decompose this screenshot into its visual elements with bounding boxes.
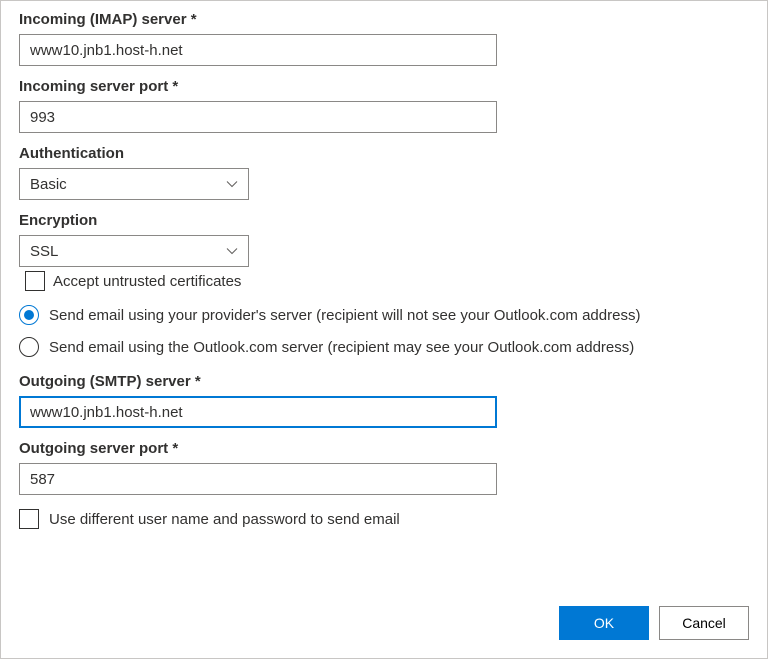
- radio-selected-icon[interactable]: [19, 305, 39, 325]
- send-via-outlook-label: Send email using the Outlook.com server …: [49, 339, 634, 356]
- dialog-button-row: OK Cancel: [559, 606, 749, 640]
- radio-unselected-icon[interactable]: [19, 337, 39, 357]
- accept-untrusted-row: Accept untrusted certificates: [19, 271, 749, 291]
- encryption-group: Encryption SSL Accept untrusted certific…: [19, 212, 749, 291]
- authentication-group: Authentication Basic: [19, 145, 749, 200]
- incoming-server-input[interactable]: [19, 34, 497, 66]
- outgoing-server-group: Outgoing (SMTP) server *: [19, 373, 749, 428]
- email-server-settings-dialog: Incoming (IMAP) server * Incoming server…: [0, 0, 768, 659]
- outgoing-port-group: Outgoing server port *: [19, 440, 749, 495]
- encryption-value: SSL: [30, 243, 58, 260]
- ok-button[interactable]: OK: [559, 606, 649, 640]
- chevron-down-icon: [226, 178, 238, 190]
- cancel-button[interactable]: Cancel: [659, 606, 749, 640]
- outgoing-server-input[interactable]: [19, 396, 497, 428]
- different-creds-checkbox[interactable]: [19, 509, 39, 529]
- accept-untrusted-checkbox[interactable]: [25, 271, 45, 291]
- incoming-port-label: Incoming server port *: [19, 78, 749, 95]
- incoming-port-group: Incoming server port *: [19, 78, 749, 133]
- outgoing-port-input[interactable]: [19, 463, 497, 495]
- send-via-provider-label: Send email using your provider's server …: [49, 307, 640, 324]
- encryption-label: Encryption: [19, 212, 749, 229]
- incoming-server-group: Incoming (IMAP) server *: [19, 11, 749, 66]
- incoming-port-input[interactable]: [19, 101, 497, 133]
- encryption-select[interactable]: SSL: [19, 235, 249, 267]
- authentication-select[interactable]: Basic: [19, 168, 249, 200]
- different-creds-row: Use different user name and password to …: [19, 509, 749, 529]
- send-via-provider-row[interactable]: Send email using your provider's server …: [19, 305, 749, 325]
- accept-untrusted-label: Accept untrusted certificates: [53, 273, 241, 290]
- outgoing-port-label: Outgoing server port *: [19, 440, 749, 457]
- different-creds-label: Use different user name and password to …: [49, 511, 400, 528]
- send-route-radio-group: Send email using your provider's server …: [19, 305, 749, 357]
- authentication-label: Authentication: [19, 145, 749, 162]
- incoming-server-label: Incoming (IMAP) server *: [19, 11, 749, 28]
- authentication-value: Basic: [30, 176, 67, 193]
- outgoing-server-label: Outgoing (SMTP) server *: [19, 373, 749, 390]
- send-via-outlook-row[interactable]: Send email using the Outlook.com server …: [19, 337, 749, 357]
- chevron-down-icon: [226, 245, 238, 257]
